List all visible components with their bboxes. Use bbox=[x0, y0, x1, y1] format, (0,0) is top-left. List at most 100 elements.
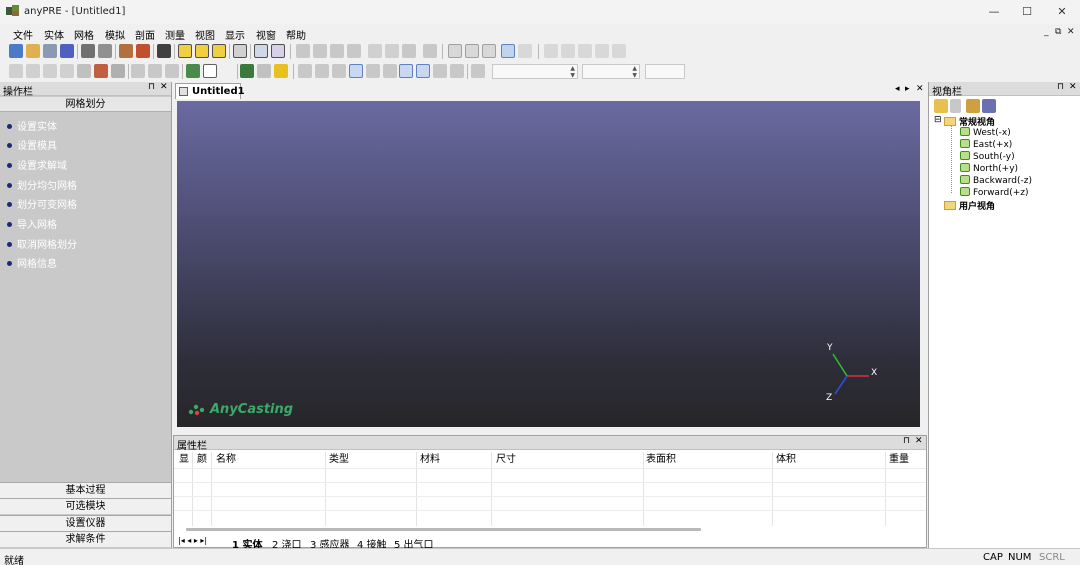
pan-icon[interactable] bbox=[77, 64, 91, 78]
solid-tool-icon[interactable] bbox=[347, 44, 361, 58]
close-icon[interactable]: ✕ bbox=[160, 82, 168, 92]
column-header-size[interactable]: 尺寸 bbox=[496, 452, 516, 468]
solve-conditions-button[interactable]: 求解条件 bbox=[0, 531, 171, 547]
save-all-icon[interactable] bbox=[60, 44, 74, 58]
optional-modules-button[interactable]: 可选模块 bbox=[0, 498, 171, 514]
op-item-variable-mesh[interactable]: 划分可变网格 bbox=[7, 196, 77, 211]
rotate-icon[interactable] bbox=[131, 64, 145, 78]
column-header-color[interactable]: 颜 bbox=[197, 452, 207, 468]
view-folder-icon[interactable] bbox=[966, 99, 980, 113]
axis-icon[interactable] bbox=[501, 44, 515, 58]
pin-icon[interactable]: ⊓ bbox=[903, 436, 910, 446]
align-icon[interactable] bbox=[349, 64, 363, 78]
op-item-set-domain[interactable]: 设置求解域 bbox=[7, 157, 67, 172]
column-header-show[interactable]: 显 bbox=[179, 452, 189, 468]
column-header-volume[interactable]: 体积 bbox=[776, 452, 796, 468]
section-mesh-generation[interactable]: 网格划分 bbox=[0, 97, 171, 112]
mdi-minimize-button[interactable]: _ bbox=[1044, 27, 1049, 37]
move-icon[interactable] bbox=[148, 64, 162, 78]
solid-tool-icon[interactable] bbox=[296, 44, 310, 58]
tree-item-forward[interactable]: Forward(+z) bbox=[960, 187, 1028, 198]
menu-section[interactable]: 剖面 bbox=[135, 27, 155, 42]
section-tool-icon[interactable] bbox=[315, 64, 329, 78]
measure-angle-icon[interactable] bbox=[595, 44, 609, 58]
select-icon[interactable] bbox=[94, 64, 108, 78]
zoom-out-icon[interactable] bbox=[26, 64, 40, 78]
pin-icon[interactable]: ⊓ bbox=[1057, 82, 1064, 92]
layout-bottom-icon[interactable] bbox=[195, 44, 209, 58]
close-window-button[interactable]: ✕ bbox=[1048, 3, 1076, 21]
mdi-close-button[interactable]: ✕ bbox=[1067, 27, 1075, 37]
column-header-type[interactable]: 类型 bbox=[329, 452, 349, 468]
lightning-icon[interactable] bbox=[274, 64, 288, 78]
view-box-icon[interactable] bbox=[465, 44, 479, 58]
window-icon[interactable] bbox=[233, 44, 247, 58]
section-tool-icon[interactable] bbox=[332, 64, 346, 78]
wireframe-icon[interactable] bbox=[257, 64, 271, 78]
delete-view-icon[interactable] bbox=[950, 99, 961, 113]
tab-untitled1[interactable]: Untitled1 bbox=[175, 83, 245, 99]
menu-display[interactable]: 显示 bbox=[225, 27, 245, 42]
frame-alt-icon[interactable] bbox=[416, 64, 430, 78]
op-item-set-solid[interactable]: 设置实体 bbox=[7, 118, 57, 133]
maximize-button[interactable]: ☐ bbox=[1013, 3, 1041, 21]
tree-item-south[interactable]: South(-y) bbox=[960, 151, 1015, 162]
column-header-weight[interactable]: 重量 bbox=[889, 452, 909, 468]
tool-icon[interactable] bbox=[450, 64, 464, 78]
menu-solid[interactable]: 实体 bbox=[44, 27, 64, 42]
measure-arc-icon[interactable] bbox=[612, 44, 626, 58]
zoom-window-icon[interactable] bbox=[43, 64, 57, 78]
mesh-tool-icon[interactable] bbox=[402, 44, 416, 58]
minimize-button[interactable]: — bbox=[980, 3, 1008, 21]
layout-right-icon[interactable] bbox=[212, 44, 226, 58]
view-box-icon[interactable] bbox=[448, 44, 462, 58]
measure-line-icon[interactable] bbox=[561, 44, 575, 58]
column-header-name[interactable]: 名称 bbox=[216, 452, 236, 468]
layout-panel-icon[interactable] bbox=[178, 44, 192, 58]
menu-mesh[interactable]: 网格 bbox=[74, 27, 94, 42]
align-tool-icon[interactable] bbox=[383, 64, 397, 78]
solid-shade-icon[interactable] bbox=[240, 64, 254, 78]
frame-icon[interactable] bbox=[399, 64, 413, 78]
align-tool-icon[interactable] bbox=[366, 64, 380, 78]
combo-box[interactable]: ▲ ▼ bbox=[582, 64, 640, 79]
grid-icon[interactable] bbox=[385, 44, 399, 58]
menu-file[interactable]: 文件 bbox=[13, 27, 33, 42]
op-item-cancel-mesh[interactable]: 取消网格划分 bbox=[7, 236, 77, 251]
tree-item-west[interactable]: West(-x) bbox=[960, 127, 1011, 138]
rotate-view-icon[interactable] bbox=[111, 64, 125, 78]
horizontal-scrollbar[interactable] bbox=[186, 528, 701, 531]
zoom-in-icon[interactable] bbox=[9, 64, 23, 78]
export-icon[interactable] bbox=[136, 44, 150, 58]
tool-icon[interactable] bbox=[471, 64, 485, 78]
measure-point-icon[interactable] bbox=[544, 44, 558, 58]
axis-alt-icon[interactable] bbox=[518, 44, 532, 58]
basic-process-button[interactable]: 基本过程 bbox=[0, 482, 171, 498]
transform-icon[interactable] bbox=[165, 64, 179, 78]
solid-tool-icon[interactable] bbox=[313, 44, 327, 58]
menu-simulate[interactable]: 模拟 bbox=[105, 27, 125, 42]
measure-distance-icon[interactable] bbox=[578, 44, 592, 58]
import-icon[interactable] bbox=[119, 44, 133, 58]
tree-collapse-icon[interactable]: ⊟ bbox=[934, 115, 942, 125]
mdi-restore-button[interactable]: ⧉ bbox=[1055, 27, 1061, 37]
tree-group-user-views[interactable]: 用户视角 bbox=[944, 199, 995, 212]
op-item-import-mesh[interactable]: 导入网格 bbox=[7, 216, 57, 231]
close-icon[interactable]: ✕ bbox=[1069, 82, 1077, 92]
open-folder-icon[interactable] bbox=[26, 44, 40, 58]
tab-next-icon[interactable]: ▸ bbox=[905, 84, 910, 94]
close-icon[interactable]: ✕ bbox=[915, 436, 923, 446]
tab-prev-icon[interactable]: ◂ bbox=[895, 84, 900, 94]
combo-box[interactable]: ▲ ▼ bbox=[492, 64, 578, 79]
about-icon[interactable] bbox=[254, 44, 268, 58]
column-header-surface-area[interactable]: 表面积 bbox=[646, 452, 676, 468]
save-icon[interactable] bbox=[43, 44, 57, 58]
add-view-icon[interactable] bbox=[934, 99, 948, 113]
new-file-icon[interactable] bbox=[9, 44, 23, 58]
eye-icon[interactable] bbox=[203, 64, 217, 78]
view-box-icon[interactable] bbox=[482, 44, 496, 58]
column-header-material[interactable]: 材料 bbox=[420, 452, 440, 468]
help-icon[interactable] bbox=[271, 44, 285, 58]
set-instruments-button[interactable]: 设置仪器 bbox=[0, 515, 171, 531]
tree-item-north[interactable]: North(+y) bbox=[960, 163, 1018, 174]
